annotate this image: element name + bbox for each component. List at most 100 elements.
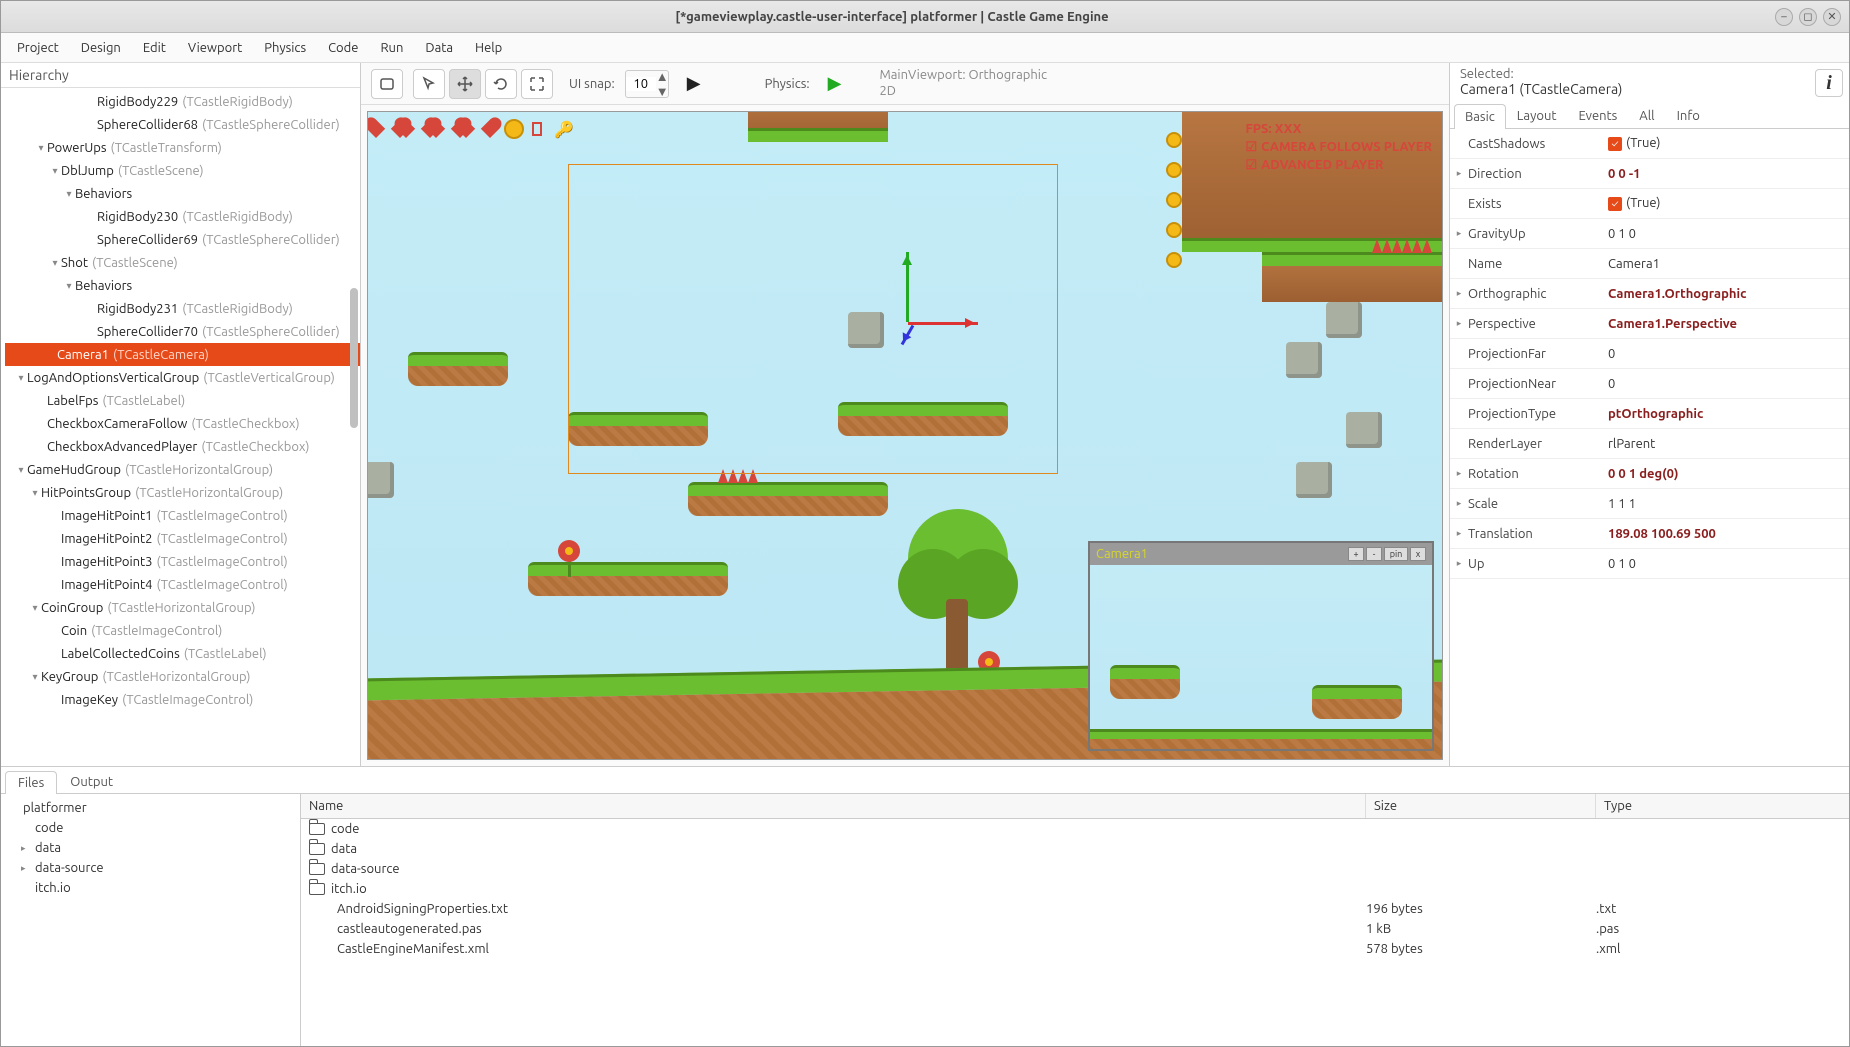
hierarchy-item[interactable]: CheckboxCameraFollow (TCastleCheckbox) bbox=[5, 412, 360, 435]
menu-help[interactable]: Help bbox=[465, 37, 512, 59]
hierarchy-item[interactable]: ▾HitPointsGroup (TCastleHorizontalGroup) bbox=[5, 481, 360, 504]
bottom-tab-files[interactable]: Files bbox=[5, 771, 57, 794]
file-row[interactable]: CastleEngineManifest.xml578 bytes.xml bbox=[301, 939, 1849, 959]
property-row[interactable]: CastShadows✓(True) bbox=[1450, 129, 1849, 159]
hierarchy-item[interactable]: ▾PowerUps (TCastleTransform) bbox=[5, 136, 360, 159]
minimize-button[interactable]: – bbox=[1775, 8, 1793, 26]
menu-run[interactable]: Run bbox=[370, 37, 413, 59]
hierarchy-item[interactable]: ▾LogAndOptionsVerticalGroup (TCastleVert… bbox=[5, 366, 360, 389]
menu-data[interactable]: Data bbox=[415, 37, 463, 59]
transform-gizmo[interactable] bbox=[858, 252, 978, 372]
tab-info[interactable]: Info bbox=[1666, 103, 1711, 128]
property-row[interactable]: ProjectionFar0 bbox=[1450, 339, 1849, 369]
hierarchy-item[interactable]: ▾CoinGroup (TCastleHorizontalGroup) bbox=[5, 596, 360, 619]
property-row[interactable]: ProjectionNear0 bbox=[1450, 369, 1849, 399]
snap-input[interactable] bbox=[626, 77, 656, 91]
preview-zoom-in[interactable]: + bbox=[1348, 547, 1364, 561]
directory-tree[interactable]: platformercode▸data▸data-sourceitch.io bbox=[1, 794, 301, 1046]
snap-spinner[interactable]: ▲▼ bbox=[625, 70, 669, 98]
bottom-tabs: FilesOutput bbox=[1, 767, 1849, 794]
menu-project[interactable]: Project bbox=[7, 37, 69, 59]
dir-item[interactable]: ▸data-source bbox=[5, 858, 296, 878]
dir-item[interactable]: ▸data bbox=[5, 838, 296, 858]
property-row[interactable]: ▸Rotation0 0 1 deg(0) bbox=[1450, 459, 1849, 489]
select-tool[interactable] bbox=[413, 69, 445, 99]
menu-physics[interactable]: Physics bbox=[254, 37, 316, 59]
physics-play-button[interactable]: ▶ bbox=[828, 73, 842, 94]
menu-code[interactable]: Code bbox=[318, 37, 368, 59]
hierarchy-item[interactable]: ▾Shot (TCastleScene) bbox=[5, 251, 360, 274]
hierarchy-item[interactable]: ▾GameHudGroup (TCastleHorizontalGroup) bbox=[5, 458, 360, 481]
hierarchy-item[interactable]: SphereCollider69 (TCastleSphereCollider) bbox=[5, 228, 360, 251]
hierarchy-item[interactable]: ImageHitPoint1 (TCastleImageControl) bbox=[5, 504, 360, 527]
play-button[interactable]: ▶ bbox=[687, 73, 701, 94]
hierarchy-item[interactable]: CheckboxAdvancedPlayer (TCastleCheckbox) bbox=[5, 435, 360, 458]
property-row[interactable]: ProjectionTypeptOrthographic bbox=[1450, 399, 1849, 429]
file-row[interactable]: data-source bbox=[301, 859, 1849, 879]
menu-design[interactable]: Design bbox=[71, 37, 131, 59]
hierarchy-item[interactable]: ▾DblJump (TCastleScene) bbox=[5, 159, 360, 182]
bottom-tab-output[interactable]: Output bbox=[57, 770, 126, 793]
property-row[interactable]: ▸Translation189.08 100.69 500 bbox=[1450, 519, 1849, 549]
property-grid[interactable]: CastShadows✓(True)▸Direction0 0 -1Exists… bbox=[1450, 129, 1849, 766]
hierarchy-item[interactable]: SphereCollider68 (TCastleSphereCollider) bbox=[5, 113, 360, 136]
property-row[interactable]: ▸PerspectiveCamera1.Perspective bbox=[1450, 309, 1849, 339]
col-name[interactable]: Name bbox=[301, 794, 1366, 818]
viewport-canvas[interactable]: 🔑 FPS: XXX ☑CAMERA FOLLOWS PLAYER ☑ADVAN… bbox=[367, 111, 1443, 760]
preview-pin[interactable]: pin bbox=[1384, 547, 1408, 561]
property-row[interactable]: ▸Up0 1 0 bbox=[1450, 549, 1849, 579]
file-row[interactable]: itch.io bbox=[301, 879, 1849, 899]
hierarchy-item[interactable]: RigidBody230 (TCastleRigidBody) bbox=[5, 205, 360, 228]
scrollbar-thumb[interactable] bbox=[350, 288, 358, 428]
property-row[interactable]: NameCamera1 bbox=[1450, 249, 1849, 279]
tab-events[interactable]: Events bbox=[1567, 103, 1628, 128]
file-row[interactable]: castleautogenerated.pas1 kB.pas bbox=[301, 919, 1849, 939]
dir-item[interactable]: platformer bbox=[5, 798, 296, 818]
hierarchy-item[interactable]: ▾Behaviors bbox=[5, 274, 360, 297]
scale-tool[interactable] bbox=[521, 69, 553, 99]
dir-item[interactable]: itch.io bbox=[5, 878, 296, 898]
property-row[interactable]: ▸Scale1 1 1 bbox=[1450, 489, 1849, 519]
menu-viewport[interactable]: Viewport bbox=[178, 37, 252, 59]
tab-all[interactable]: All bbox=[1628, 103, 1665, 128]
file-row[interactable]: data bbox=[301, 839, 1849, 859]
property-row[interactable]: ▸GravityUp0 1 0 bbox=[1450, 219, 1849, 249]
move-tool[interactable] bbox=[449, 69, 481, 99]
main-area: Hierarchy RigidBody229 (TCastleRigidBody… bbox=[1, 63, 1849, 766]
hierarchy-item[interactable]: ▾Behaviors bbox=[5, 182, 360, 205]
property-row[interactable]: RenderLayerrlParent bbox=[1450, 429, 1849, 459]
hierarchy-item[interactable]: ImageHitPoint3 (TCastleImageControl) bbox=[5, 550, 360, 573]
preview-zoom-out[interactable]: - bbox=[1366, 547, 1382, 561]
rotate-tool[interactable] bbox=[485, 69, 517, 99]
hierarchy-item[interactable]: Camera1 (TCastleCamera) bbox=[5, 343, 360, 366]
camera-preview[interactable]: Camera1 + - pin x bbox=[1088, 541, 1434, 751]
hierarchy-item[interactable]: ImageHitPoint4 (TCastleImageControl) bbox=[5, 573, 360, 596]
dir-item[interactable]: code bbox=[5, 818, 296, 838]
hierarchy-item[interactable]: SphereCollider70 (TCastleSphereCollider) bbox=[5, 320, 360, 343]
hierarchy-item[interactable]: LabelFps (TCastleLabel) bbox=[5, 389, 360, 412]
hierarchy-tree[interactable]: RigidBody229 (TCastleRigidBody)SphereCol… bbox=[1, 88, 360, 766]
hierarchy-item[interactable]: RigidBody231 (TCastleRigidBody) bbox=[5, 297, 360, 320]
file-table-body[interactable]: codedatadata-sourceitch.ioAndroidSigning… bbox=[301, 819, 1849, 1046]
hierarchy-item[interactable]: ▾KeyGroup (TCastleHorizontalGroup) bbox=[5, 665, 360, 688]
tab-layout[interactable]: Layout bbox=[1506, 103, 1568, 128]
hierarchy-item[interactable]: ImageKey (TCastleImageControl) bbox=[5, 688, 360, 711]
property-row[interactable]: ▸Direction0 0 -1 bbox=[1450, 159, 1849, 189]
col-size[interactable]: Size bbox=[1366, 794, 1596, 818]
menu-edit[interactable]: Edit bbox=[133, 37, 176, 59]
frame-button[interactable] bbox=[371, 69, 403, 99]
hierarchy-item[interactable]: Coin (TCastleImageControl) bbox=[5, 619, 360, 642]
preview-close[interactable]: x bbox=[1410, 547, 1426, 561]
hierarchy-item[interactable]: ImageHitPoint2 (TCastleImageControl) bbox=[5, 527, 360, 550]
property-row[interactable]: ▸OrthographicCamera1.Orthographic bbox=[1450, 279, 1849, 309]
file-row[interactable]: code bbox=[301, 819, 1849, 839]
maximize-button[interactable]: ◻ bbox=[1799, 8, 1817, 26]
hierarchy-item[interactable]: RigidBody229 (TCastleRigidBody) bbox=[5, 90, 360, 113]
info-button[interactable]: i bbox=[1815, 69, 1843, 97]
property-row[interactable]: Exists✓(True) bbox=[1450, 189, 1849, 219]
hierarchy-item[interactable]: LabelCollectedCoins (TCastleLabel) bbox=[5, 642, 360, 665]
close-button[interactable]: ✕ bbox=[1823, 8, 1841, 26]
file-row[interactable]: AndroidSigningProperties.txt196 bytes.tx… bbox=[301, 899, 1849, 919]
col-type[interactable]: Type bbox=[1596, 794, 1849, 818]
tab-basic[interactable]: Basic bbox=[1454, 104, 1506, 129]
